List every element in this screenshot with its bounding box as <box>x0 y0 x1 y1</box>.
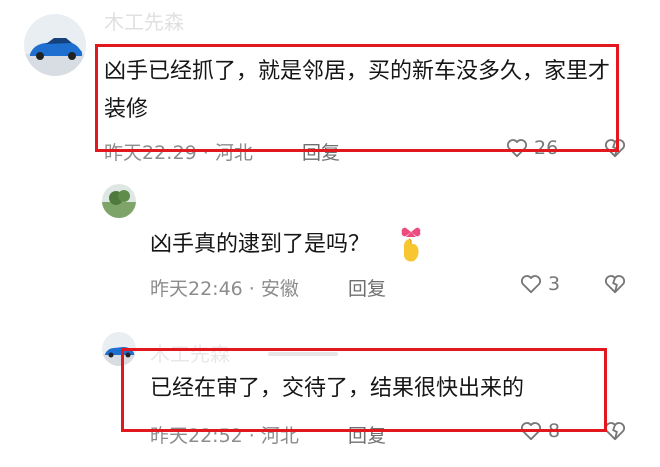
finger-heart-emoji <box>396 226 426 270</box>
like-count: 3 <box>548 273 561 295</box>
comment-meta-2: 昨天22:46 · 安徽 <box>150 278 299 300</box>
comment-time: 昨天22:46 <box>150 278 243 300</box>
dislike-button-3[interactable] <box>604 421 626 445</box>
username-1[interactable]: 木工先森 <box>104 6 184 35</box>
comment-location: 安徽 <box>260 278 299 300</box>
highlight-box-3 <box>121 348 607 432</box>
avatar-car[interactable] <box>24 14 86 76</box>
dislike-heart-icon <box>604 275 626 294</box>
dislike-button-2[interactable] <box>604 274 626 298</box>
comment-text-2: 凶手真的逮到了是吗？ <box>150 232 371 257</box>
like-button-2[interactable]: 3 <box>520 273 560 295</box>
highlight-box-1 <box>95 44 619 152</box>
avatar-landscape[interactable] <box>102 184 136 218</box>
dislike-heart-icon <box>604 422 626 441</box>
reply-button-2[interactable]: 回复 <box>348 274 386 301</box>
heart-outline-icon <box>520 275 542 294</box>
